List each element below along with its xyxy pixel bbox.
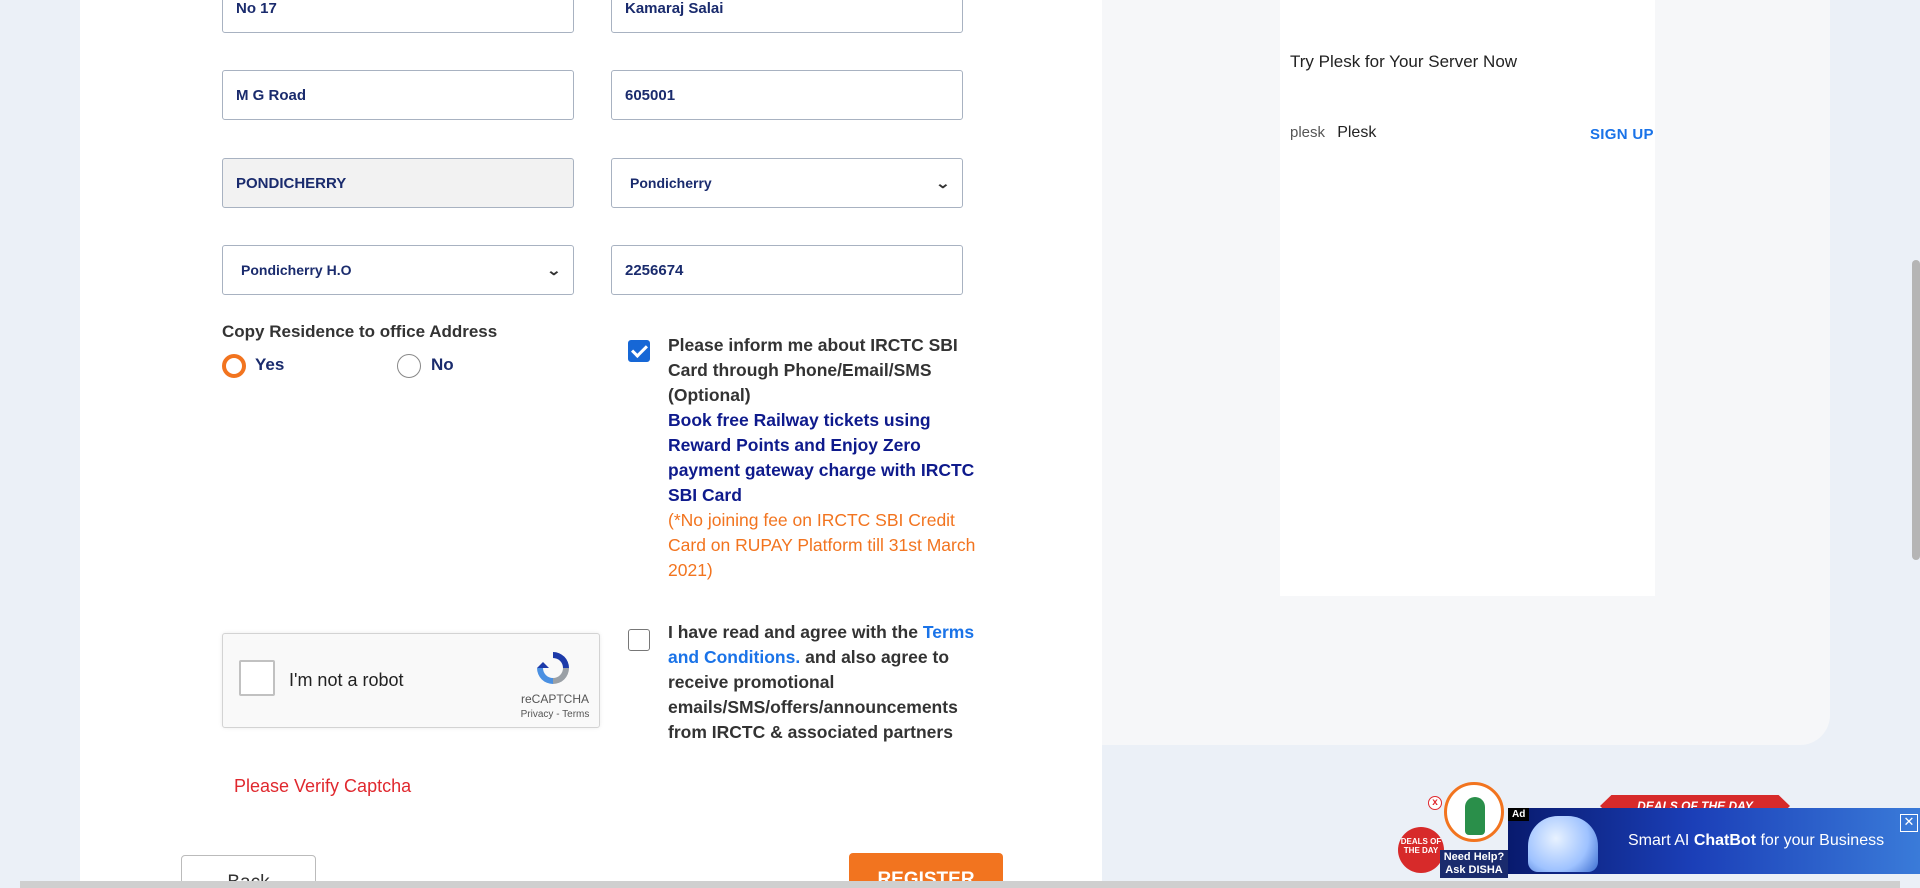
ad-tag: Ad [1508,808,1530,821]
city-field: PONDICHERRY [222,158,574,208]
state-value: Pondicherry [630,175,712,191]
pincode-value: 605001 [625,86,676,104]
vertical-scrollbar[interactable] [1912,260,1920,560]
banner-text-prefix: Smart AI [1628,832,1690,849]
agree-text-block: I have read and agree with the Terms and… [668,620,978,745]
banner-text-bold: ChatBot [1693,832,1757,849]
disha-help-widget[interactable]: DEALS OF THE DAY x Need Help? Ask DISHA [1398,782,1508,882]
plesk-logo-icon: plesk [1290,124,1326,141]
captcha-error: Please Verify Captcha [234,776,412,796]
recaptcha-icon [537,652,569,684]
ad-brand: Plesk [1337,124,1377,141]
inform-text-block: Please inform me about IRCTC SBI Card th… [668,333,978,583]
area-value: M G Road [236,86,306,104]
copy-address-label: Copy Residence to office Address [222,322,498,341]
recaptcha-checkbox[interactable] [239,660,275,696]
joining-fee-note: (*No joining fee on IRCTC SBI Credit Car… [668,510,976,580]
street-value: Kamaraj Salai [625,0,724,17]
phone-field[interactable]: 2256674 [611,245,963,295]
radio-no[interactable] [397,354,421,378]
ad-title: Try Plesk for Your Server Now [1290,52,1518,71]
city-value: PONDICHERRY [236,174,347,192]
disha-avatar[interactable] [1444,782,1504,842]
pincode-field[interactable]: 605001 [611,70,963,120]
inform-text: Please inform me about IRCTC SBI Card th… [668,335,958,405]
area-field[interactable]: M G Road [222,70,574,120]
close-icon[interactable]: x [1428,796,1442,810]
post-office-value: Pondicherry H.O [241,262,352,278]
plesk-ad[interactable]: Try Plesk for Your Server Now plesk Ples… [1280,0,1655,596]
promo-text: Book free Railway tickets using Reward P… [668,410,975,505]
state-select[interactable]: Pondicherry ⌄ [611,158,963,208]
agree-checkbox[interactable] [628,629,650,651]
banner-text: Smart AI ChatBot for your Business [1628,832,1884,850]
ad-logo: plesk Plesk [1290,124,1376,142]
banner-text-suffix: for your Business [1760,832,1885,849]
chevron-down-icon: ⌄ [546,261,562,278]
agree-prefix: I have read and agree with the [668,622,918,642]
horizontal-scrollbar[interactable] [20,881,1900,888]
chevron-down-icon: ⌄ [935,174,951,191]
radio-no-label: No [431,355,454,374]
inform-checkbox[interactable] [628,340,650,362]
phone-value: 2256674 [625,261,684,279]
radio-yes-label: Yes [255,355,285,374]
recaptcha-brand: reCAPTCHA [520,692,589,706]
deals-badge[interactable]: DEALS OF THE DAY [1398,827,1444,873]
radio-yes[interactable] [222,354,246,378]
chatbot-banner-ad[interactable]: Ad Smart AI ChatBot for your Business ✕ [1508,808,1920,874]
recaptcha-widget: I'm not a robot reCAPTCHA Privacy - Term… [222,633,600,728]
street-field[interactable]: Kamaraj Salai [611,0,963,33]
ad-signup-link[interactable]: SIGN UP [1590,126,1654,143]
recaptcha-label: I'm not a robot [289,670,404,690]
close-icon[interactable]: ✕ [1900,814,1918,832]
need-help-label[interactable]: Need Help? Ask DISHA [1440,850,1508,878]
post-office-select[interactable]: Pondicherry H.O ⌄ [222,245,574,295]
recaptcha-privacy-terms[interactable]: Privacy - Terms [515,709,595,720]
house-number-value: No 17 [236,0,277,17]
house-number-field[interactable]: No 17 [222,0,574,33]
robot-icon [1528,816,1598,872]
